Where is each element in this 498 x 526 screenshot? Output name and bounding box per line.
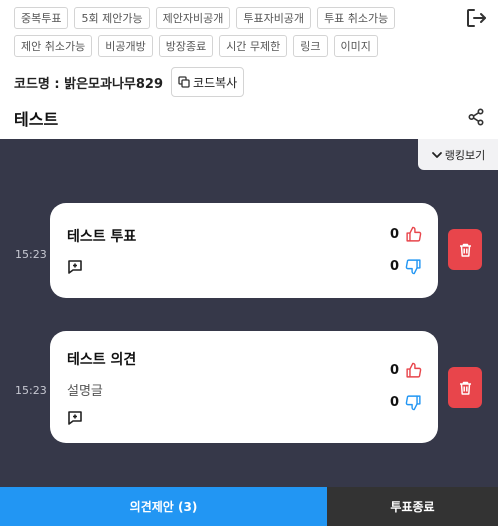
thumbs-down-icon [405, 259, 421, 275]
like-count: 0 [389, 363, 399, 378]
proposal-card[interactable]: 테스트 의견 설명글 0 0 [50, 331, 438, 443]
tag-proposal-limit: 5회 제안가능 [74, 7, 150, 29]
propose-opinion-button[interactable]: 의견제안 (3) [0, 487, 327, 526]
tag-voter-private: 투표자비공개 [236, 7, 312, 29]
end-vote-button[interactable]: 투표종료 [327, 487, 498, 526]
page-title: 테스트 [14, 110, 59, 129]
trash-icon [459, 381, 471, 395]
proposal-card[interactable]: 테스트 투표 0 0 [50, 203, 438, 298]
exit-icon[interactable] [464, 6, 488, 30]
comment-add-icon[interactable] [67, 410, 83, 426]
like-count: 0 [389, 227, 399, 242]
tag-duplicate-vote: 중복투표 [14, 7, 69, 29]
copy-icon [178, 76, 190, 88]
room-code-row: 코드명 : 밝은모과나무829 코드복사 [14, 67, 245, 97]
thumbs-up-icon [406, 226, 422, 242]
tag-proposal-cancel: 제안 취소가능 [14, 35, 93, 57]
option-tags: 중복투표 5회 제안가능 제안자비공개 투표자비공개 투표 취소가능 제안 취소… [14, 7, 434, 63]
dislike-count: 0 [389, 395, 399, 410]
tag-link: 링크 [293, 35, 328, 57]
delete-button[interactable] [448, 367, 482, 408]
dislike-count: 0 [389, 259, 399, 274]
proposal-description: 설명글 [67, 384, 103, 399]
thumbs-up-icon [406, 362, 422, 378]
tag-vote-cancel: 투표 취소가능 [317, 7, 396, 29]
item-time: 15:23 [15, 384, 47, 397]
copy-code-button[interactable]: 코드복사 [171, 67, 245, 97]
share-icon[interactable] [467, 108, 485, 126]
proposal-board: 랭킹보기 15:23 테스트 투표 0 0 15:23 테스트 의견 설명글 0… [0, 139, 498, 487]
delete-button[interactable] [448, 229, 482, 270]
copy-code-label: 코드복사 [193, 75, 238, 90]
ranking-label: 랭킹보기 [444, 148, 486, 162]
proposal-title: 테스트 투표 [67, 229, 137, 245]
tag-unlimited-time: 시간 무제한 [219, 35, 288, 57]
tag-proposer-private: 제안자비공개 [155, 7, 231, 29]
tag-private-room: 비공개방 [98, 35, 153, 57]
comment-add-icon[interactable] [67, 259, 83, 275]
thumbs-down-icon [405, 395, 421, 411]
like-button[interactable]: 0 [390, 362, 422, 379]
proposal-title: 테스트 의견 [67, 352, 137, 368]
item-time: 15:23 [15, 248, 47, 261]
tag-image: 이미지 [333, 35, 378, 57]
room-code-label: 코드명 : 밝은모과나무829 [14, 76, 164, 92]
chevron-down-icon [431, 151, 442, 158]
tag-host-end: 방장종료 [158, 35, 214, 57]
dislike-button[interactable]: 0 [390, 258, 422, 275]
trash-icon [459, 243, 471, 257]
ranking-button[interactable]: 랭킹보기 [418, 139, 498, 170]
like-button[interactable]: 0 [390, 226, 422, 243]
dislike-button[interactable]: 0 [390, 394, 422, 411]
